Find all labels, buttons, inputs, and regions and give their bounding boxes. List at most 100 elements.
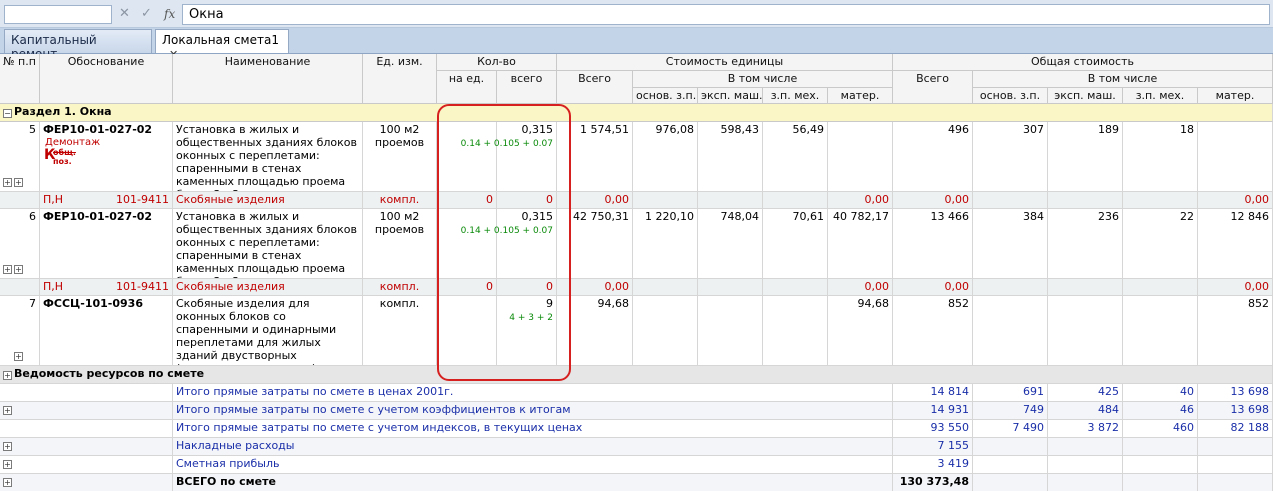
col-header-t-zpmeh[interactable]: з.п. мех. (1123, 88, 1198, 104)
totals-row-zpmeh[interactable] (1123, 438, 1198, 456)
row-t-osn[interactable]: 307 (973, 122, 1048, 192)
sub-row-u-osn[interactable] (633, 279, 698, 296)
tab-kapitalny-remont[interactable]: Капитальный ремонт✕ (4, 29, 152, 75)
totals-row-label[interactable]: Накладные расходы (173, 438, 893, 456)
sub-row-u-mater[interactable]: 0,00 (828, 279, 893, 296)
row-u-zpmeh[interactable]: 56,49 (763, 122, 828, 192)
totals-row-zpmeh[interactable]: 40 (1123, 384, 1198, 402)
expand-icon[interactable]: + (3, 406, 12, 415)
row-name[interactable]: Установка в жилых и общественных зданиях… (173, 122, 363, 192)
sub-row-t-all[interactable]: 0,00 (893, 279, 973, 296)
sub-row-t-all[interactable]: 0,00 (893, 192, 973, 209)
totals-row-all[interactable]: 93 550 (893, 420, 973, 438)
col-header-u-eksp[interactable]: эксп. маш. (698, 88, 763, 104)
totals-row-label[interactable]: Итого прямые затраты по смете в ценах 20… (173, 384, 893, 402)
totals-row-osn[interactable] (973, 438, 1048, 456)
row-unit[interactable]: 100 м2 проемов (363, 209, 437, 279)
sub-row-t-mater[interactable]: 0,00 (1198, 192, 1273, 209)
sub-row-u-zpmeh[interactable] (763, 192, 828, 209)
name-box[interactable] (4, 5, 112, 24)
sub-row-t-osn[interactable] (973, 192, 1048, 209)
totals-row-mater[interactable] (1198, 438, 1273, 456)
expand-icon[interactable]: + (3, 178, 12, 187)
col-header-t-osn[interactable]: основ. з.п. (973, 88, 1048, 104)
row-t-eksp[interactable]: 189 (1048, 122, 1123, 192)
row-t-mater[interactable]: 12 846 (1198, 209, 1273, 279)
sub-row-basis[interactable]: П,Н 101-9411 (40, 192, 173, 209)
totals-row-all[interactable]: 14 931 (893, 402, 973, 420)
cancel-icon[interactable]: ✕ (119, 6, 130, 22)
totals-row-all[interactable]: 130 373,48 (893, 474, 973, 491)
totals-row-mater[interactable] (1198, 456, 1273, 474)
totals-row-mater[interactable]: 13 698 (1198, 402, 1273, 420)
col-header-name[interactable]: Наименование (173, 54, 363, 104)
sub-row-t-zpmeh[interactable] (1123, 279, 1198, 296)
row-t-osn[interactable]: 384 (973, 209, 1048, 279)
section-row[interactable]: Раздел 1. Окна (0, 104, 1273, 122)
row-t-all[interactable]: 852 (893, 296, 973, 366)
row-name[interactable]: Скобяные изделия для оконных блоков со с… (173, 296, 363, 366)
row-t-eksp[interactable] (1048, 296, 1123, 366)
sub-row-t-zpmeh[interactable] (1123, 192, 1198, 209)
expand-icon[interactable]: + (3, 478, 12, 487)
row-basis[interactable]: ФЕР10-01-027-02 Демонтаж Кобщ. поз. (40, 122, 173, 192)
fx-icon[interactable]: fx (164, 6, 175, 22)
col-header-t-eksp[interactable]: эксп. маш. (1048, 88, 1123, 104)
row-basis[interactable]: ФЕР10-01-027-02 (40, 209, 173, 279)
totals-row-label[interactable]: Итого прямые затраты по смете с учетом и… (173, 420, 893, 438)
totals-row-mater[interactable] (1198, 474, 1273, 491)
totals-row-zpmeh[interactable] (1123, 456, 1198, 474)
totals-row-label[interactable]: Сметная прибыль (173, 456, 893, 474)
sub-row-unit[interactable]: компл. (363, 192, 437, 209)
col-header-num[interactable]: № п.п (0, 54, 40, 104)
totals-row-osn[interactable] (973, 474, 1048, 491)
col-header-t-all[interactable]: Всего (893, 71, 973, 104)
row-unit[interactable]: компл. (363, 296, 437, 366)
col-header-t-mater[interactable]: матер. (1198, 88, 1273, 104)
row-t-zpmeh[interactable]: 18 (1123, 122, 1198, 192)
totals-row-all[interactable]: 14 814 (893, 384, 973, 402)
sub-row-u-zpmeh[interactable] (763, 279, 828, 296)
row-t-all[interactable]: 496 (893, 122, 973, 192)
row-t-zpmeh[interactable]: 22 (1123, 209, 1198, 279)
row-u-zpmeh[interactable]: 70,61 (763, 209, 828, 279)
col-header-u-all[interactable]: Всего (557, 71, 633, 104)
totals-row-osn[interactable]: 7 490 (973, 420, 1048, 438)
totals-row-label[interactable]: ВСЕГО по смете (173, 474, 893, 491)
resources-row[interactable]: Ведомость ресурсов по смете (0, 366, 1273, 384)
totals-row-label[interactable]: Итого прямые затраты по смете с учетом к… (173, 402, 893, 420)
row-u-eksp[interactable]: 598,43 (698, 122, 763, 192)
expand-icon[interactable]: + (3, 460, 12, 469)
totals-row-zpmeh[interactable] (1123, 474, 1198, 491)
confirm-icon[interactable]: ✓ (141, 6, 152, 22)
collapse-icon[interactable]: − (3, 109, 12, 118)
row-t-mater[interactable]: 852 (1198, 296, 1273, 366)
row-u-osn[interactable]: 1 220,10 (633, 209, 698, 279)
tab-lokalnaya-smeta[interactable]: Локальная смета1✕ (155, 29, 289, 61)
col-header-basis[interactable]: Обоснование (40, 54, 173, 104)
sub-row-u-mater[interactable]: 0,00 (828, 192, 893, 209)
row-u-eksp[interactable] (698, 296, 763, 366)
row-unit[interactable]: 100 м2 проемов (363, 122, 437, 192)
totals-row-osn[interactable]: 749 (973, 402, 1048, 420)
col-header-u-osn[interactable]: основ. з.п. (633, 88, 698, 104)
row-name[interactable]: Установка в жилых и общественных зданиях… (173, 209, 363, 279)
totals-row-eksp[interactable]: 425 (1048, 384, 1123, 402)
col-header-qty-per[interactable]: на ед. (437, 71, 497, 104)
totals-row-zpmeh[interactable]: 460 (1123, 420, 1198, 438)
expand-icon[interactable]: + (3, 442, 12, 451)
expand-icon[interactable]: + (14, 352, 23, 361)
totals-row-all[interactable]: 7 155 (893, 438, 973, 456)
col-header-unit[interactable]: Ед. изм. (363, 54, 437, 104)
sub-row-u-eksp[interactable] (698, 279, 763, 296)
sub-row-name[interactable]: Скобяные изделия (173, 192, 363, 209)
sub-row-t-eksp[interactable] (1048, 192, 1123, 209)
sub-row-t-mater[interactable]: 0,00 (1198, 279, 1273, 296)
expand-icon[interactable]: + (14, 265, 23, 274)
sub-row-unit[interactable]: компл. (363, 279, 437, 296)
row-t-all[interactable]: 13 466 (893, 209, 973, 279)
sub-row-t-eksp[interactable] (1048, 279, 1123, 296)
sub-row-basis[interactable]: П,Н 101-9411 (40, 279, 173, 296)
col-header-qty-total[interactable]: всего (497, 71, 557, 104)
row-t-eksp[interactable]: 236 (1048, 209, 1123, 279)
